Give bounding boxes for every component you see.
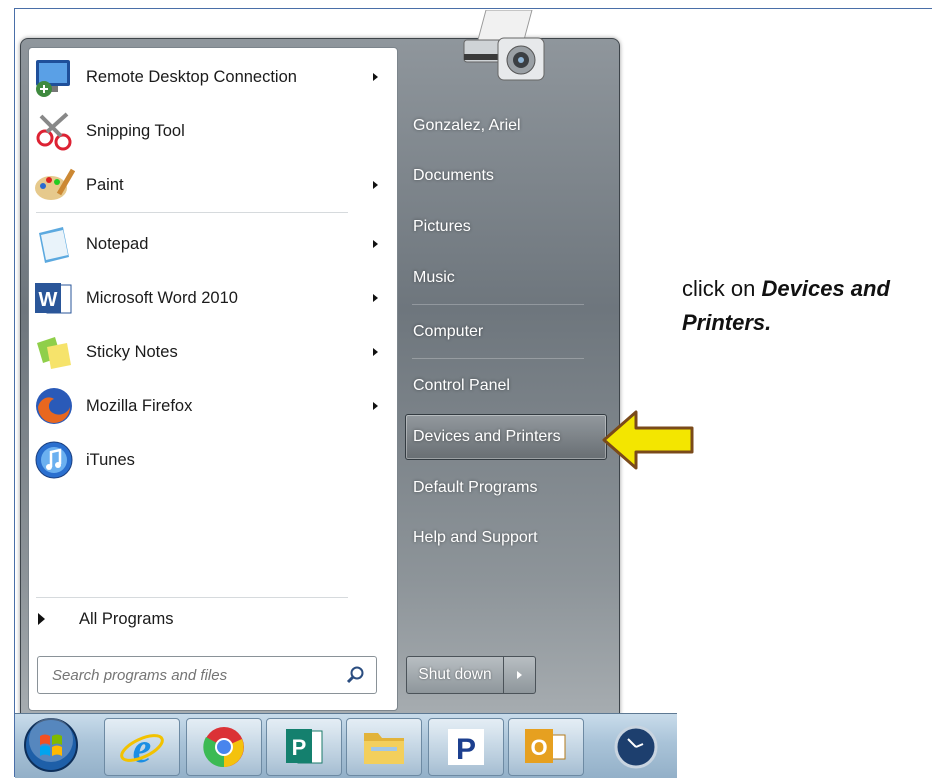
pointer-arrow-icon [602, 410, 694, 470]
chrome-icon [203, 727, 244, 768]
shutdown-options-button[interactable] [504, 656, 536, 694]
program-label: Paint [86, 175, 124, 194]
program-label: Notepad [86, 234, 149, 253]
program-firefox[interactable]: Mozilla Firefox [32, 382, 388, 430]
submenu-arrow-icon[interactable] [373, 348, 378, 356]
svg-text:P: P [292, 735, 307, 760]
separator [36, 597, 348, 598]
link-label: Music [413, 269, 455, 286]
submenu-arrow-icon[interactable] [373, 402, 378, 410]
link-music[interactable]: Music [406, 255, 606, 301]
publisher-icon: P [286, 729, 323, 764]
p-app-icon: P [448, 729, 484, 766]
submenu-arrow-icon[interactable] [373, 73, 378, 81]
link-label: Documents [413, 167, 494, 184]
link-devices-and-printers[interactable]: Devices and Printers [405, 414, 607, 460]
taskbar-outlook[interactable]: O [508, 718, 584, 776]
firefox-icon [32, 384, 76, 428]
taskbar-internet-explorer[interactable]: e [104, 718, 180, 776]
program-itunes[interactable]: iTunes [32, 436, 388, 484]
sticky-notes-icon [32, 330, 76, 374]
link-label: Pictures [413, 218, 471, 235]
devices-printers-image-icon [463, 10, 545, 81]
link-documents[interactable]: Documents [406, 153, 606, 199]
program-label: Microsoft Word 2010 [86, 288, 238, 307]
taskbar-file-explorer[interactable] [346, 718, 422, 776]
all-programs-label: All Programs [79, 609, 174, 628]
remote-desktop-icon [32, 55, 76, 99]
link-default-programs[interactable]: Default Programs [406, 465, 606, 511]
program-label: Sticky Notes [86, 342, 178, 361]
outlook-icon: O [525, 729, 566, 763]
separator [36, 212, 348, 213]
link-label: Computer [413, 323, 484, 340]
program-label: Remote Desktop Connection [86, 67, 297, 86]
program-label: Mozilla Firefox [86, 396, 193, 415]
itunes-icon [32, 438, 76, 482]
search-input[interactable] [50, 665, 334, 685]
link-control-panel[interactable]: Control Panel [406, 363, 606, 409]
paint-icon [32, 163, 76, 207]
taskbar-chrome[interactable] [186, 718, 262, 776]
link-help-and-support[interactable]: Help and Support [406, 515, 606, 561]
search-box[interactable] [37, 656, 377, 694]
submenu-arrow-icon[interactable] [373, 294, 378, 302]
link-label: Control Panel [413, 377, 510, 394]
snipping-tool-icon [32, 109, 76, 153]
separator [412, 304, 584, 305]
all-programs-button[interactable]: All Programs [32, 604, 372, 634]
svg-text:e: e [133, 726, 152, 770]
shutdown-label: Shut down [418, 666, 492, 683]
word-icon: W [32, 276, 76, 320]
link-label: Help and Support [413, 529, 538, 546]
program-notepad[interactable]: Notepad [32, 220, 388, 268]
taskbar-publisher[interactable]: P [266, 718, 342, 776]
program-remote-desktop[interactable]: Remote Desktop Connection [32, 53, 388, 101]
separator [412, 358, 584, 359]
program-label: iTunes [86, 450, 135, 469]
file-explorer-icon [364, 733, 404, 764]
frame-border-left [14, 8, 15, 777]
submenu-arrow-icon[interactable] [373, 181, 378, 189]
submenu-arrow-icon[interactable] [373, 240, 378, 248]
svg-text:W: W [39, 289, 58, 311]
search-icon[interactable] [346, 665, 366, 685]
all-programs-arrow-icon [38, 613, 45, 625]
svg-text:P: P [456, 733, 476, 766]
frame-border-top [14, 8, 932, 9]
shutdown-arrow-icon [517, 671, 522, 679]
link-computer[interactable]: Computer [406, 309, 606, 355]
svg-text:O: O [530, 735, 547, 760]
shutdown-button[interactable]: Shut down [406, 656, 504, 694]
notepad-icon [32, 222, 76, 266]
program-word[interactable]: W Microsoft Word 2010 [32, 274, 388, 322]
link-label: Default Programs [413, 479, 538, 496]
annotation-prefix: click on [682, 276, 762, 301]
link-label: Devices and Printers [413, 428, 561, 445]
taskbar-p-app[interactable]: P [428, 718, 504, 776]
program-snipping-tool[interactable]: Snipping Tool [32, 107, 388, 155]
program-label: Snipping Tool [86, 121, 185, 140]
program-sticky-notes[interactable]: Sticky Notes [32, 328, 388, 376]
taskbar-clock-app[interactable] [598, 718, 674, 776]
program-paint[interactable]: Paint [32, 161, 388, 209]
clock-app-icon [614, 725, 658, 769]
start-orb-icon[interactable] [22, 716, 80, 774]
link-user[interactable]: Gonzalez, Ariel [406, 103, 606, 149]
link-label: Gonzalez, Ariel [413, 117, 521, 134]
shutdown-group: Shut down [406, 656, 536, 694]
instruction-annotation: click on Devices and Printers. [682, 272, 932, 340]
internet-explorer-icon: e [120, 726, 164, 770]
link-pictures[interactable]: Pictures [406, 204, 606, 250]
